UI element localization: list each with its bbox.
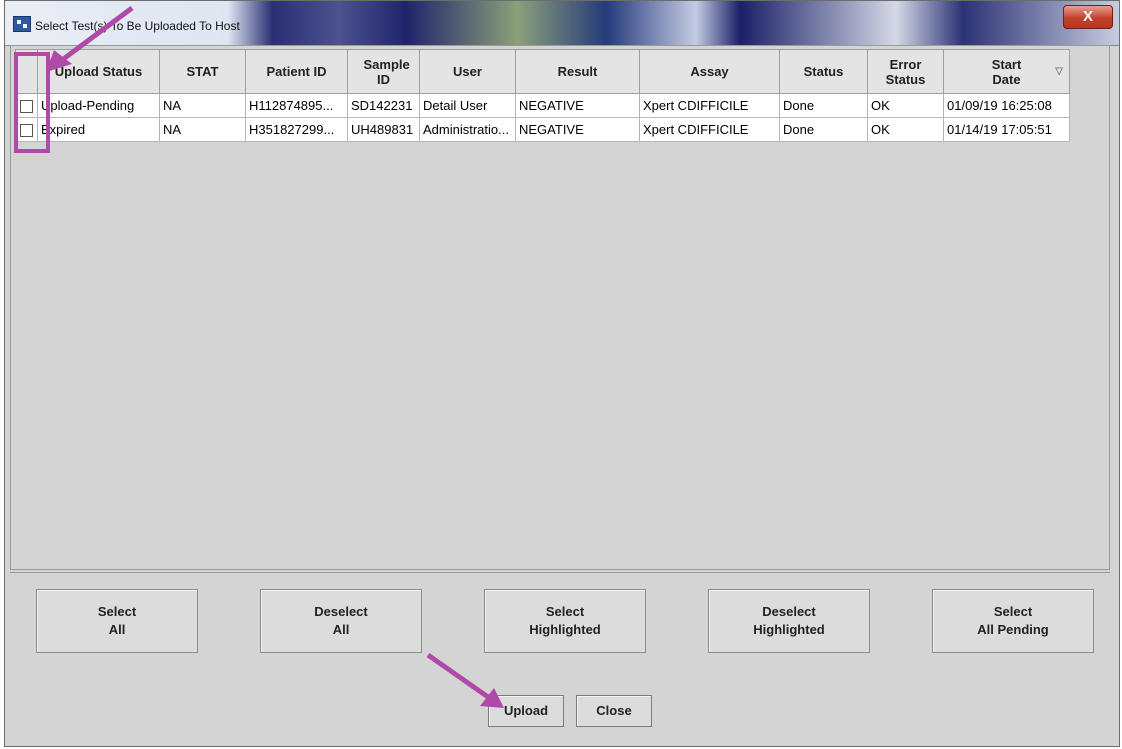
header-error-status-label: Error Status	[885, 56, 926, 87]
table-row[interactable]: Upload-Pending NA H112874895... SD142231…	[15, 93, 1070, 118]
header-status[interactable]: Status	[779, 49, 868, 94]
app-icon	[13, 16, 31, 32]
cell-stat: NA	[159, 93, 246, 118]
select-highlighted-line2: Highlighted	[529, 622, 601, 637]
tests-table-panel: Upload Status STAT Patient ID Sample ID …	[10, 45, 1110, 570]
deselect-all-button[interactable]: Deselect All	[260, 589, 422, 653]
cell-assay: Xpert CDIFFICILE	[639, 117, 780, 142]
select-all-line2: All	[108, 622, 126, 637]
cell-sample-id: UH489831	[347, 117, 420, 142]
select-all-pending-line2: All Pending	[977, 622, 1049, 637]
cell-stat: NA	[159, 117, 246, 142]
cell-patient-id: H112874895...	[245, 93, 348, 118]
header-result[interactable]: Result	[515, 49, 640, 94]
table-row[interactable]: Expired NA H351827299... UH489831 Admini…	[15, 117, 1070, 142]
cell-result: NEGATIVE	[515, 117, 640, 142]
header-start-date-label: Start Date	[991, 56, 1022, 87]
cell-status: Done	[779, 93, 868, 118]
deselect-highlighted-line2: Highlighted	[753, 622, 825, 637]
deselect-all-line2: All	[332, 622, 350, 637]
cell-upload-status: Expired	[37, 117, 160, 142]
window-close-button[interactable]: X	[1063, 5, 1113, 29]
checkbox-highlight-annotation	[14, 52, 50, 153]
button-panel: Select All Deselect All Select Highlight…	[10, 572, 1110, 745]
cell-user: Administratio...	[419, 117, 516, 142]
cell-error-status: OK	[867, 93, 944, 118]
deselect-highlighted-button[interactable]: Deselect Highlighted	[708, 589, 870, 653]
tests-table: Upload Status STAT Patient ID Sample ID …	[15, 49, 1070, 142]
sort-descending-icon[interactable]: ▽	[1055, 66, 1063, 77]
select-all-line1: Select	[97, 604, 137, 619]
header-upload-status[interactable]: Upload Status	[37, 49, 160, 94]
window-title: Select Test(s) To Be Uploaded To Host	[35, 19, 240, 33]
deselect-all-line1: Deselect	[314, 604, 368, 619]
header-patient-id[interactable]: Patient ID	[245, 49, 348, 94]
cell-start-date: 01/14/19 17:05:51	[943, 117, 1070, 142]
cell-assay: Xpert CDIFFICILE	[639, 93, 780, 118]
select-highlighted-button[interactable]: Select Highlighted	[484, 589, 646, 653]
header-user[interactable]: User	[419, 49, 516, 94]
select-all-button[interactable]: Select All	[36, 589, 198, 653]
title-bar: Select Test(s) To Be Uploaded To Host X	[5, 1, 1119, 46]
cell-patient-id: H351827299...	[245, 117, 348, 142]
header-sample-id[interactable]: Sample ID	[347, 49, 420, 94]
table-header-row: Upload Status STAT Patient ID Sample ID …	[15, 49, 1070, 94]
select-highlighted-line1: Select	[545, 604, 585, 619]
close-button[interactable]: Close	[576, 695, 652, 727]
header-assay[interactable]: Assay	[639, 49, 780, 94]
deselect-highlighted-line1: Deselect	[762, 604, 816, 619]
header-sample-id-label: Sample ID	[363, 56, 410, 87]
cell-start-date: 01/09/19 16:25:08	[943, 93, 1070, 118]
cell-result: NEGATIVE	[515, 93, 640, 118]
header-stat[interactable]: STAT	[159, 49, 246, 94]
cell-sample-id: SD142231	[347, 93, 420, 118]
header-error-status[interactable]: Error Status	[867, 49, 944, 94]
cell-user: Detail User	[419, 93, 516, 118]
cell-status: Done	[779, 117, 868, 142]
header-start-date[interactable]: Start Date ▽	[943, 49, 1070, 94]
select-all-pending-button[interactable]: Select All Pending	[932, 589, 1094, 653]
select-all-pending-line1: Select	[993, 604, 1033, 619]
upload-button[interactable]: Upload	[488, 695, 564, 727]
cell-error-status: OK	[867, 117, 944, 142]
cell-upload-status: Upload-Pending	[37, 93, 160, 118]
